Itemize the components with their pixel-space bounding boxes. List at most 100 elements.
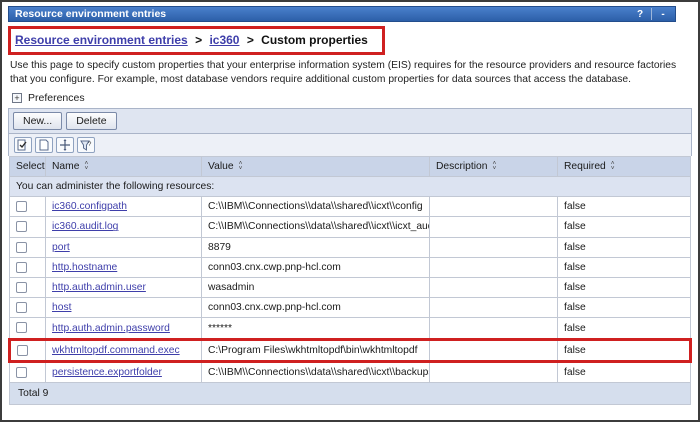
required-cell: false — [558, 339, 691, 361]
value-cell: C:\\IBM\\Connections\\data\\shared\\icxt… — [202, 361, 430, 382]
name-cell: ic360.audit.log — [46, 217, 202, 237]
svg-text:?: ? — [88, 142, 92, 148]
delete-button[interactable]: Delete — [66, 112, 116, 130]
column-header-name: Name˄˅ — [46, 157, 202, 177]
select-cell — [10, 237, 46, 257]
table-row: ic360.audit.log C:\\IBM\\Connections\\da… — [10, 217, 691, 237]
preferences-label: Preferences — [28, 92, 85, 104]
clear-filter-icon[interactable]: ? — [77, 137, 95, 153]
table-footer-row: Total 9 — [10, 383, 691, 405]
property-name-link[interactable]: ic360.configpath — [52, 201, 127, 212]
required-cell: false — [558, 298, 691, 318]
property-name-link[interactable]: persistence.exportfolder — [52, 367, 162, 378]
admin-console-panel: Resource environment entries ? - Resourc… — [0, 0, 700, 422]
required-cell: false — [558, 361, 691, 382]
name-cell: host — [46, 298, 202, 318]
breadcrumb-highlight-box: Resource environment entries > ic360 > C… — [8, 26, 385, 55]
preferences-section: + Preferences — [12, 92, 692, 104]
breadcrumb-separator: > — [195, 33, 202, 47]
sort-icon[interactable]: ˄˅ — [611, 162, 615, 171]
property-name-link[interactable]: http.hostname — [52, 262, 117, 273]
table-banner-row: You can administer the following resourc… — [10, 177, 691, 197]
sort-icon[interactable]: ˄˅ — [239, 162, 243, 171]
property-name-link[interactable]: http.auth.admin.user — [52, 282, 146, 293]
titlebar-divider — [651, 8, 652, 20]
value-cell: wasadmin — [202, 278, 430, 298]
property-name-link[interactable]: ic360.audit.log — [52, 221, 118, 232]
portlet-title: Resource environment entries — [15, 8, 166, 20]
value-cell: 8879 — [202, 237, 430, 257]
table-banner-text: You can administer the following resourc… — [10, 177, 691, 197]
required-cell: false — [558, 217, 691, 237]
select-cell — [10, 298, 46, 318]
row-checkbox[interactable] — [16, 221, 27, 232]
select-cell — [10, 217, 46, 237]
column-header-value: Value˄˅ — [202, 157, 430, 177]
required-cell: false — [558, 197, 691, 217]
show-filter-icon[interactable] — [56, 137, 74, 153]
select-cell — [10, 318, 46, 339]
breadcrumb-current: Custom properties — [261, 33, 368, 47]
breadcrumb: Resource environment entries > ic360 > C… — [15, 33, 368, 47]
name-cell: http.auth.admin.user — [46, 278, 202, 298]
name-cell: persistence.exportfolder — [46, 361, 202, 382]
new-button[interactable]: New... — [13, 112, 62, 130]
table-row: ic360.configpath C:\\IBM\\Connections\\d… — [10, 197, 691, 217]
property-name-link[interactable]: host — [52, 302, 71, 313]
description-cell — [430, 257, 558, 277]
table-row: http.auth.admin.password ****** false — [10, 318, 691, 339]
value-cell: conn03.cnx.cwp.pnp-hcl.com — [202, 298, 430, 318]
row-checkbox[interactable] — [16, 262, 27, 273]
sort-icon[interactable]: ˄˅ — [493, 162, 497, 171]
required-cell: false — [558, 257, 691, 277]
description-cell — [430, 217, 558, 237]
select-all-icon[interactable] — [14, 137, 32, 153]
row-checkbox[interactable] — [16, 201, 27, 212]
description-cell — [430, 318, 558, 339]
select-cell — [10, 278, 46, 298]
required-cell: false — [558, 237, 691, 257]
required-cell: false — [558, 278, 691, 298]
row-checkbox[interactable] — [16, 302, 27, 313]
value-cell: C:\\IBM\\Connections\\data\\shared\\icxt… — [202, 217, 430, 237]
sort-icon[interactable]: ˄˅ — [84, 162, 88, 171]
property-name-link[interactable]: port — [52, 242, 70, 253]
breadcrumb-link-ic360[interactable]: ic360 — [209, 33, 239, 47]
portlet-titlebar: Resource environment entries ? - — [8, 6, 676, 22]
value-cell: C:\Program Files\wkhtmltopdf\bin\wkhtmlt… — [202, 339, 430, 361]
table-row: host conn03.cnx.cwp.pnp-hcl.com false — [10, 298, 691, 318]
table-row: persistence.exportfolder C:\\IBM\\Connec… — [10, 361, 691, 382]
minimize-button[interactable]: - — [655, 7, 671, 21]
row-checkbox[interactable] — [16, 242, 27, 253]
name-cell: wkhtmltopdf.command.exec — [46, 339, 202, 361]
description-cell — [430, 298, 558, 318]
table-row: port 8879 false — [10, 237, 691, 257]
table-row: http.auth.admin.user wasadmin false — [10, 278, 691, 298]
table-body: ic360.configpath C:\\IBM\\Connections\\d… — [10, 197, 691, 383]
help-button[interactable]: ? — [632, 7, 648, 21]
select-cell — [10, 339, 46, 361]
row-checkbox[interactable] — [17, 345, 28, 356]
description-cell — [430, 197, 558, 217]
row-checkbox[interactable] — [16, 322, 27, 333]
select-cell — [10, 257, 46, 277]
row-checkbox[interactable] — [16, 282, 27, 293]
property-name-link[interactable]: http.auth.admin.password — [52, 323, 170, 334]
required-cell: false — [558, 318, 691, 339]
description-cell — [430, 339, 558, 361]
action-button-bar: New... Delete — [8, 108, 692, 133]
page-description: Use this page to specify custom properti… — [10, 59, 690, 86]
name-cell: http.auth.admin.password — [46, 318, 202, 339]
column-header-description: Description˄˅ — [430, 157, 558, 177]
total-count: Total 9 — [10, 383, 691, 405]
deselect-all-icon[interactable] — [35, 137, 53, 153]
expand-icon[interactable]: + — [12, 93, 22, 103]
row-checkbox[interactable] — [16, 367, 27, 378]
breadcrumb-link-resource-env-entries[interactable]: Resource environment entries — [15, 33, 188, 47]
custom-properties-table: Select Name˄˅ Value˄˅ Description˄˅ Requ… — [8, 156, 692, 405]
value-cell: conn03.cnx.cwp.pnp-hcl.com — [202, 257, 430, 277]
property-name-link[interactable]: wkhtmltopdf.command.exec — [52, 345, 180, 356]
select-cell — [10, 361, 46, 382]
description-cell — [430, 361, 558, 382]
column-header-required: Required˄˅ — [558, 157, 691, 177]
